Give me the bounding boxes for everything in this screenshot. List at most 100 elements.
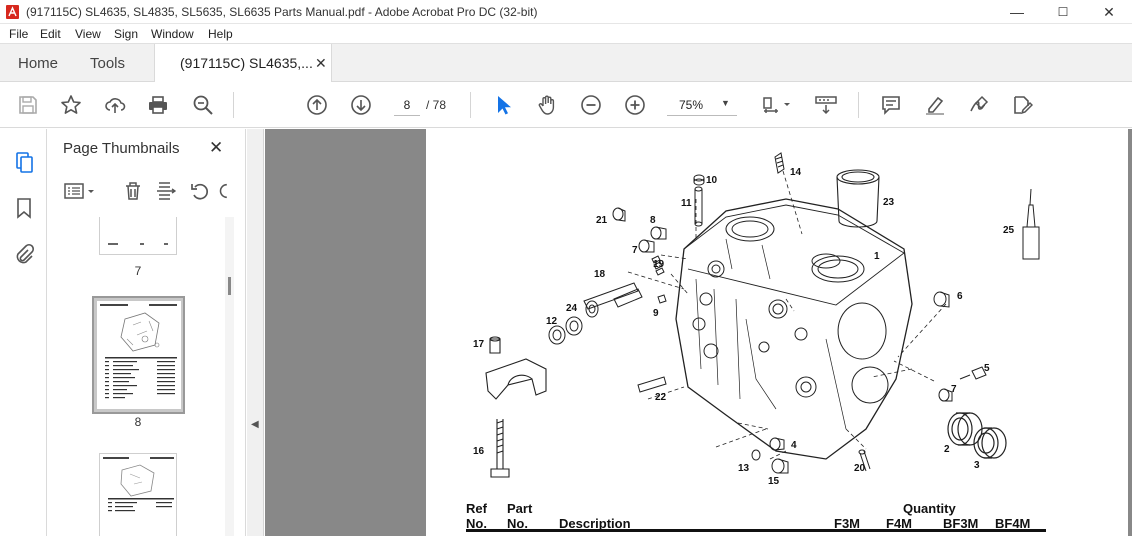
callout-label: 16 — [473, 446, 485, 457]
zoom-select[interactable]: 75% ▼ — [667, 94, 737, 116]
edit-pdf-icon[interactable] — [1010, 93, 1034, 117]
share-upload-icon[interactable] — [103, 93, 127, 117]
thumbnail-page-7[interactable] — [99, 217, 177, 255]
table-header-rule — [466, 529, 1046, 532]
callout-label: 24 — [566, 303, 578, 314]
toolbar-separator — [858, 92, 859, 118]
thumbnail-page-9[interactable] — [99, 453, 177, 536]
thumbnail-page-number: 7 — [134, 264, 142, 278]
callout-label: 13 — [738, 463, 750, 474]
fit-page-icon[interactable] — [757, 93, 793, 117]
callout-label: 19 — [653, 259, 665, 270]
main-toolbar: / 78 75% ▼ — [0, 82, 1132, 128]
find-zoom-icon[interactable] — [191, 93, 215, 117]
callout-label: 14 — [790, 167, 802, 178]
thumbnail-scrollbar[interactable] — [225, 217, 234, 536]
collapse-panel-icon[interactable]: ◀ — [251, 419, 259, 430]
page-down-icon[interactable] — [349, 93, 373, 117]
scroll-mode-icon[interactable] — [812, 93, 840, 117]
menu-window[interactable]: Window — [151, 27, 194, 41]
callout-label: 17 — [473, 339, 485, 350]
page-total-label: / 78 — [426, 98, 447, 112]
save-icon[interactable] — [16, 93, 40, 117]
attachments-icon[interactable] — [12, 242, 36, 266]
toolbar-separator — [233, 92, 234, 118]
callout-label: 22 — [655, 392, 667, 403]
callout-label: 8 — [650, 215, 656, 226]
print-icon[interactable] — [146, 93, 170, 117]
callout-label: 23 — [883, 197, 895, 208]
menu-help[interactable]: Help — [208, 27, 233, 41]
callout-label: 10 — [706, 175, 718, 186]
callout-label: 7 — [632, 245, 638, 256]
bookmarks-icon[interactable] — [12, 196, 36, 220]
tab-tools[interactable]: Tools — [90, 55, 125, 72]
menu-bar: File Edit View Sign Window Help — [0, 24, 1132, 44]
callout-label: 20 — [854, 463, 866, 474]
zoom-in-icon[interactable] — [623, 93, 647, 117]
callout-label: 15 — [768, 476, 780, 487]
acrobat-app-icon — [6, 5, 19, 19]
chevron-down-icon: ▼ — [721, 98, 730, 108]
close-tab-icon[interactable]: ✕ — [315, 55, 327, 72]
thumbnail-list: 7 8 — [48, 217, 234, 536]
panel-title: Page Thumbnails — [63, 140, 180, 157]
page-thumbnails-panel: Page Thumbnails ✕ 7 8 — [48, 129, 246, 536]
callout-label: 2 — [944, 444, 950, 455]
page-up-icon[interactable] — [305, 93, 329, 117]
extract-pages-icon[interactable] — [154, 179, 178, 203]
sign-icon[interactable] — [967, 93, 991, 117]
thumbnail-page-number: 8 — [134, 415, 142, 429]
panel-toolbar — [48, 173, 234, 209]
thumbnail-page-8[interactable] — [97, 301, 181, 409]
zoom-out-icon[interactable] — [579, 93, 603, 117]
col-quantity-label: Quantity — [903, 501, 956, 516]
delete-page-icon[interactable] — [121, 179, 145, 203]
bookmark-star-icon[interactable] — [59, 93, 83, 117]
maximize-button[interactable]: ☐ — [1040, 0, 1086, 24]
close-window-button[interactable]: ✕ — [1086, 0, 1132, 24]
col-ref-label: Ref — [466, 501, 487, 516]
scrollbar-thumb[interactable] — [228, 277, 231, 295]
callout-label: 12 — [546, 316, 558, 327]
menu-view[interactable]: View — [75, 27, 101, 41]
menu-edit[interactable]: Edit — [40, 27, 61, 41]
zoom-value: 75% — [679, 98, 704, 112]
window-title: (917115C) SL4635, SL4835, SL5635, SL6635… — [26, 5, 538, 19]
pdf-page: 1 2 3 4 5 6 7 7 8 9 10 11 12 13 14 15 16… — [426, 129, 1128, 536]
document-tab-label: (917115C) SL4635,... — [180, 55, 313, 71]
menu-file[interactable]: File — [9, 27, 28, 41]
callout-label: 21 — [596, 215, 608, 226]
title-bar: (917115C) SL4635, SL4835, SL5635, SL6635… — [0, 0, 1132, 24]
callout-label: 5 — [984, 363, 990, 374]
minimize-button[interactable]: — — [994, 0, 1040, 24]
comment-icon[interactable] — [879, 93, 903, 117]
menu-sign[interactable]: Sign — [114, 27, 138, 41]
callout-label: 25 — [1003, 225, 1015, 236]
tab-home[interactable]: Home — [18, 55, 58, 72]
document-viewer: 1 2 3 4 5 6 7 7 8 9 10 11 12 13 14 15 16… — [265, 129, 1132, 536]
left-navigation-rail — [0, 129, 47, 536]
page-thumbnails-icon[interactable] — [12, 150, 36, 174]
select-cursor-icon[interactable] — [491, 93, 515, 117]
exploded-parts-diagram: 1 2 3 4 5 6 7 7 8 9 10 11 12 13 14 15 16… — [473, 152, 1040, 487]
close-panel-icon[interactable]: ✕ — [209, 138, 223, 158]
panel-splitter[interactable]: ◀ — [247, 129, 264, 536]
highlight-icon[interactable] — [923, 93, 947, 117]
callout-label: 7 — [951, 384, 957, 395]
rotate-counterclockwise-icon[interactable] — [188, 179, 212, 203]
callout-label: 18 — [594, 269, 606, 280]
callout-label: 11 — [681, 198, 692, 209]
callout-label: 3 — [974, 460, 980, 471]
col-part-label: Part — [507, 501, 533, 516]
tab-document[interactable]: (917115C) SL4635,... ✕ — [154, 44, 332, 82]
hand-icon[interactable] — [535, 93, 559, 117]
thumbnail-options-icon[interactable] — [62, 179, 98, 203]
callout-label: 1 — [874, 251, 880, 262]
tab-bar: Home Tools (917115C) SL4635,... ✕ — [0, 44, 1132, 82]
callout-label: 9 — [653, 308, 659, 319]
callout-label: 6 — [957, 291, 963, 302]
page-number-input[interactable] — [394, 94, 420, 116]
toolbar-separator — [470, 92, 471, 118]
rotate-clockwise-icon[interactable] — [216, 179, 234, 203]
